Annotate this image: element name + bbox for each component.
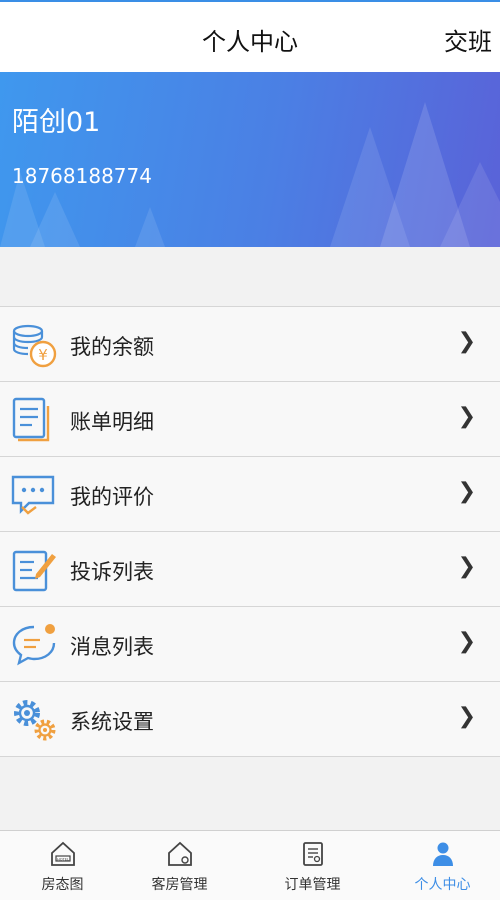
chevron-right-icon: ❯ (457, 479, 476, 504)
svg-text:¥: ¥ (38, 346, 48, 364)
tab-personal-center[interactable]: 个人中心 (380, 831, 500, 900)
menu-label-my-reviews: 我的评价 (70, 485, 154, 509)
menu-item-balance[interactable]: ¥ 我的余额 ❯ (0, 307, 500, 382)
menu-label-balance: 我的余额 (70, 335, 154, 359)
tab-order-management[interactable]: 订单管理 (250, 831, 375, 900)
menu-item-complaints[interactable]: 投诉列表 ❯ (0, 532, 500, 607)
tab-label-room-status: 房态图 (41, 877, 84, 893)
menu-label-messages: 消息列表 (70, 635, 154, 659)
bottom-tab-bar: HOTEL 房态图 客房管理 订单管理 个人中心 (0, 830, 500, 900)
profile-banner: 陌创01 18768188774 (0, 72, 500, 247)
chevron-right-icon: ❯ (457, 704, 476, 729)
chevron-right-icon: ❯ (457, 404, 476, 429)
menu-item-messages[interactable]: 消息列表 ❯ (0, 607, 500, 682)
message-bubble-icon (12, 624, 56, 666)
svg-text:HOTEL: HOTEL (57, 857, 69, 861)
menu-list: ¥ 我的余额 ❯ 账单明细 ❯ 我的评价 ❯ 投诉列表 ❯ 消息列表 ❯ 系统设… (0, 306, 500, 757)
handover-button[interactable]: 交班 (444, 22, 492, 57)
top-bar: 个人中心 交班 (0, 0, 500, 72)
tab-room-status[interactable]: HOTEL 房态图 (0, 831, 125, 900)
menu-label-bill-details: 账单明细 (70, 410, 154, 434)
hotel-house-icon: HOTEL (50, 841, 75, 866)
user-phone: 18768188774 (12, 164, 152, 188)
menu-item-system-settings[interactable]: 系统设置 ❯ (0, 682, 500, 757)
chevron-right-icon: ❯ (457, 629, 476, 654)
comment-bubble-icon (11, 475, 55, 515)
menu-item-bill-details[interactable]: 账单明细 ❯ (0, 382, 500, 457)
bill-document-icon (12, 397, 50, 442)
menu-label-system-settings: 系统设置 (70, 710, 154, 734)
tab-room-management[interactable]: 客房管理 (117, 831, 242, 900)
tab-label-room-management: 客房管理 (151, 877, 208, 893)
page-title: 个人中心 (202, 28, 298, 56)
chevron-right-icon: ❯ (457, 329, 476, 354)
coins-yen-icon: ¥ (12, 324, 57, 368)
settings-gears-icon (14, 700, 56, 741)
menu-label-complaints: 投诉列表 (70, 560, 154, 584)
tab-label-order-management: 订单管理 (284, 877, 341, 893)
menu-item-my-reviews[interactable]: 我的评价 ❯ (0, 457, 500, 532)
user-name: 陌创01 (12, 107, 101, 138)
order-document-icon (302, 842, 323, 866)
chevron-right-icon: ❯ (457, 554, 476, 579)
room-house-icon (167, 841, 192, 866)
mountain-decoration (0, 102, 500, 247)
complaint-edit-icon (12, 550, 56, 592)
person-icon (432, 842, 453, 866)
tab-label-personal-center: 个人中心 (414, 877, 471, 893)
